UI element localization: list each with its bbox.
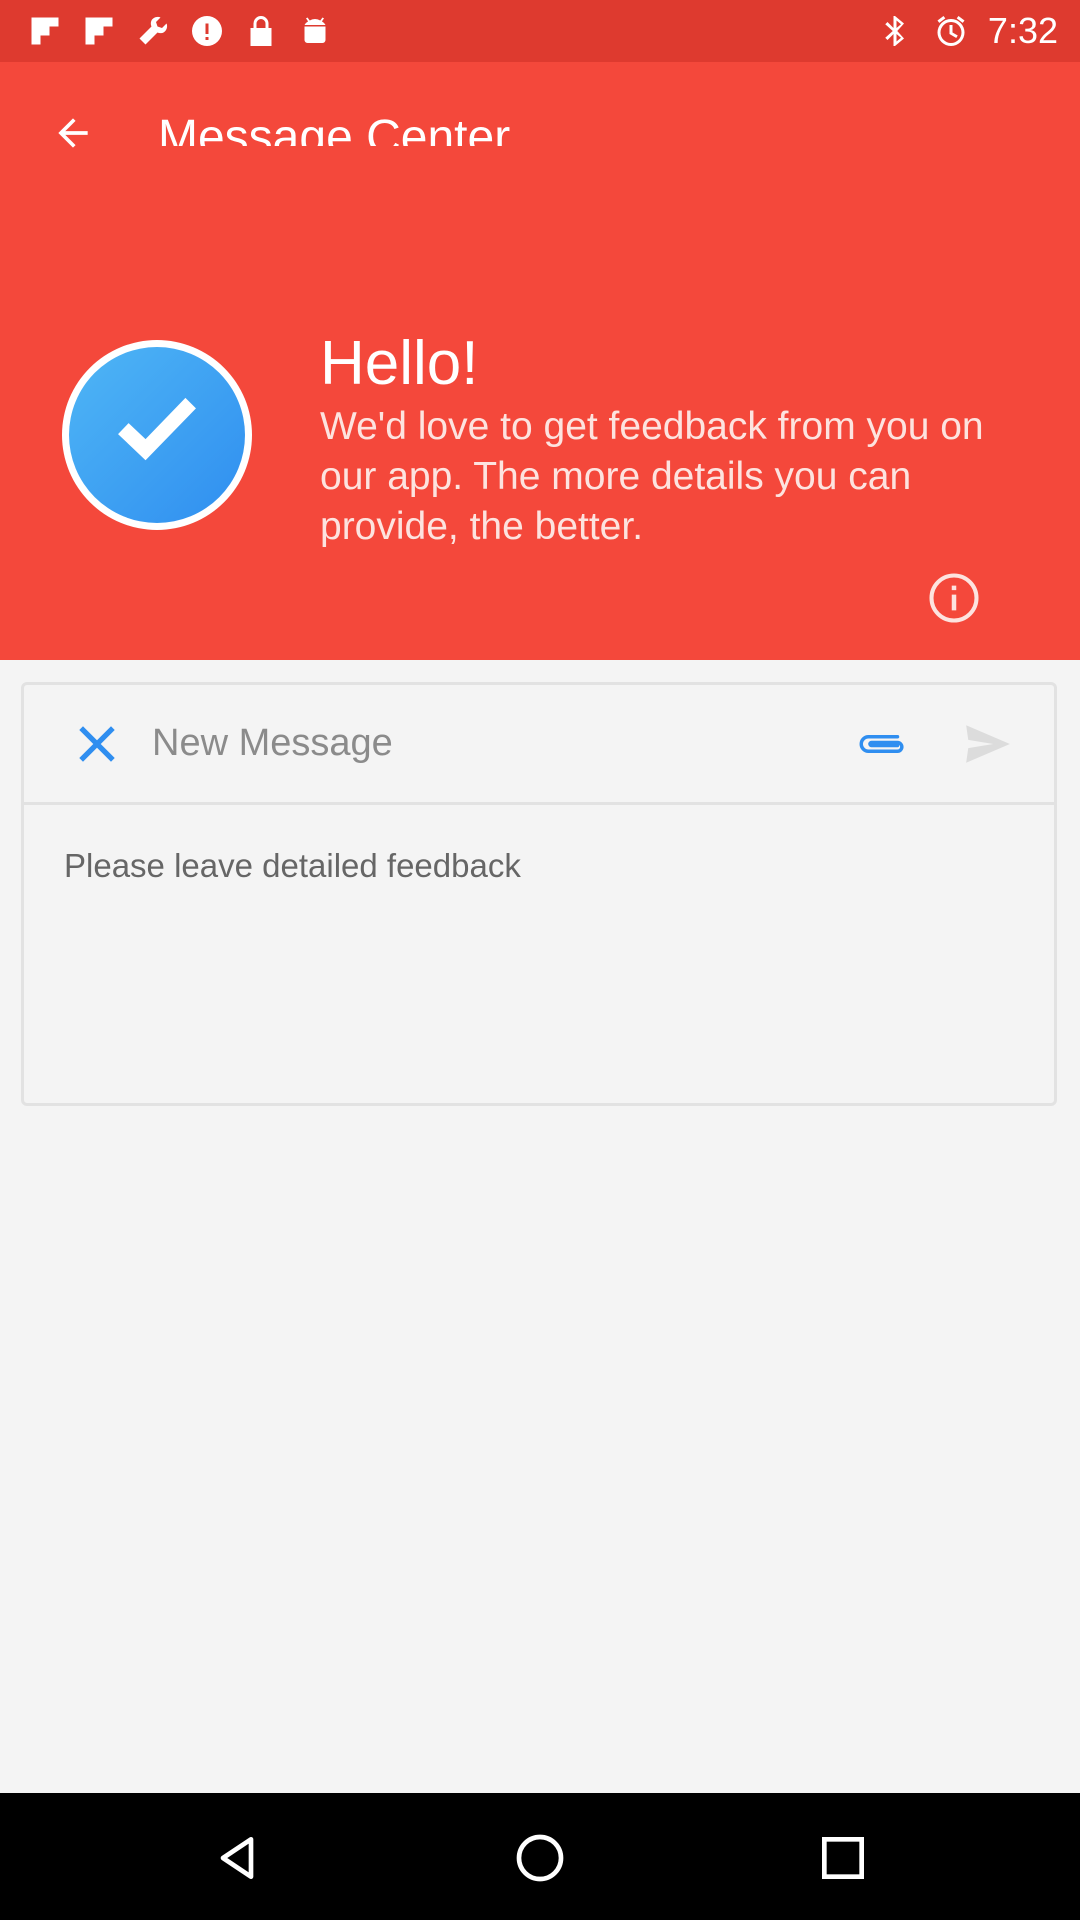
bluetooth-icon — [876, 12, 914, 50]
square-recents-icon — [822, 1837, 864, 1879]
nav-recents-button[interactable] — [808, 1823, 878, 1893]
nav-back-button[interactable] — [202, 1823, 272, 1893]
navigation-bar — [0, 1793, 1080, 1920]
message-center-header: Message Center Hello! We'd love to get f… — [0, 62, 1080, 660]
attach-button[interactable] — [852, 719, 914, 769]
flipboard-icon — [26, 12, 64, 50]
lock-icon — [242, 12, 280, 50]
alert-icon — [188, 12, 226, 50]
info-icon — [929, 573, 979, 623]
check-badge — [62, 340, 252, 530]
android-icon — [296, 12, 334, 50]
notification-icons — [26, 12, 334, 50]
page-title: Message Center — [158, 111, 511, 146]
arrow-left-icon — [58, 118, 88, 148]
circle-home-icon — [516, 1834, 564, 1882]
nav-home-button[interactable] — [505, 1823, 575, 1893]
info-button[interactable] — [926, 570, 982, 626]
feedback-body-input[interactable] — [64, 845, 1014, 1085]
paperclip-icon — [859, 735, 904, 753]
system-icons: 7:32 — [876, 8, 1058, 54]
greeting-text: We'd love to get feedback from you on ou… — [320, 405, 984, 548]
flipboard-icon — [80, 12, 118, 50]
compose-card — [21, 682, 1057, 1106]
close-icon — [79, 726, 115, 762]
send-icon — [966, 725, 1010, 763]
send-button[interactable] — [956, 717, 1018, 771]
status-time: 7:32 — [987, 10, 1058, 51]
back-button[interactable] — [42, 102, 104, 164]
triangle-back-icon — [220, 1837, 254, 1879]
compose-toolbar — [24, 685, 1054, 805]
alarm-icon — [932, 12, 970, 50]
discard-button[interactable] — [72, 719, 122, 769]
status-bar: 7:32 — [0, 0, 1080, 62]
greeting-heading: Hello! — [320, 329, 479, 398]
checkmark-icon — [118, 397, 196, 461]
wrench-icon — [134, 12, 172, 50]
subject-input[interactable] — [152, 713, 832, 773]
